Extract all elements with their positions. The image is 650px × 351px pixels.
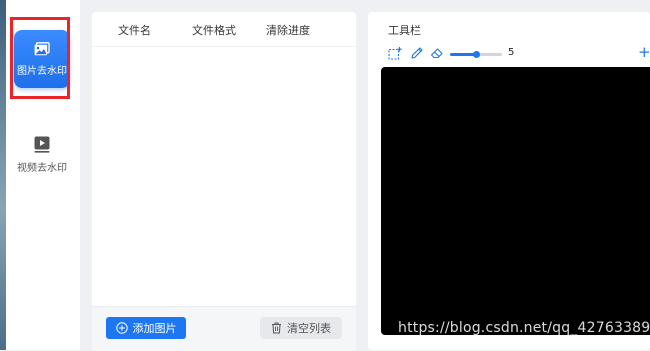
brush-size-slider[interactable] [450, 51, 502, 58]
clear-list-button[interactable]: 清空列表 [260, 317, 342, 339]
plus-circle-icon [115, 322, 128, 334]
file-list-header: 文件名 文件格式 清除进度 [92, 12, 356, 47]
nav-video-watermark-removal[interactable]: 视频去水印 [14, 126, 70, 184]
zoom-in-icon[interactable]: + [638, 43, 650, 61]
image-canvas[interactable] [381, 67, 650, 335]
column-header-format: 文件格式 [192, 24, 236, 37]
trash-icon [271, 322, 282, 334]
eraser-icon[interactable] [430, 46, 445, 60]
brush-size-value: 5 [508, 47, 515, 58]
rectangle-select-icon[interactable] [388, 46, 403, 61]
add-image-label: 添加图片 [132, 322, 177, 335]
toolbar-panel: 工具栏 5 + [368, 12, 650, 350]
file-list-footer: 添加图片 清空列表 [92, 306, 356, 351]
nav-label: 视频去水印 [17, 163, 67, 174]
sidebar: 图片去水印 视频去水印 [6, 0, 80, 350]
clear-list-label: 清空列表 [287, 322, 331, 335]
toolbar: 5 + [388, 43, 650, 62]
column-header-filename: 文件名 [118, 24, 151, 37]
file-list-panel: 文件名 文件格式 清除进度 添加图片 清空列表 [92, 12, 356, 351]
nav-image-watermark-removal[interactable]: 图片去水印 [14, 30, 70, 88]
video-icon [34, 136, 50, 153]
pencil-icon[interactable] [410, 46, 424, 60]
image-icon [34, 41, 50, 56]
slider-knob[interactable] [473, 51, 480, 58]
column-header-progress: 清除进度 [266, 24, 310, 37]
add-image-button[interactable]: 添加图片 [106, 317, 186, 339]
toolbar-title: 工具栏 [388, 24, 421, 37]
nav-label: 图片去水印 [17, 65, 67, 77]
